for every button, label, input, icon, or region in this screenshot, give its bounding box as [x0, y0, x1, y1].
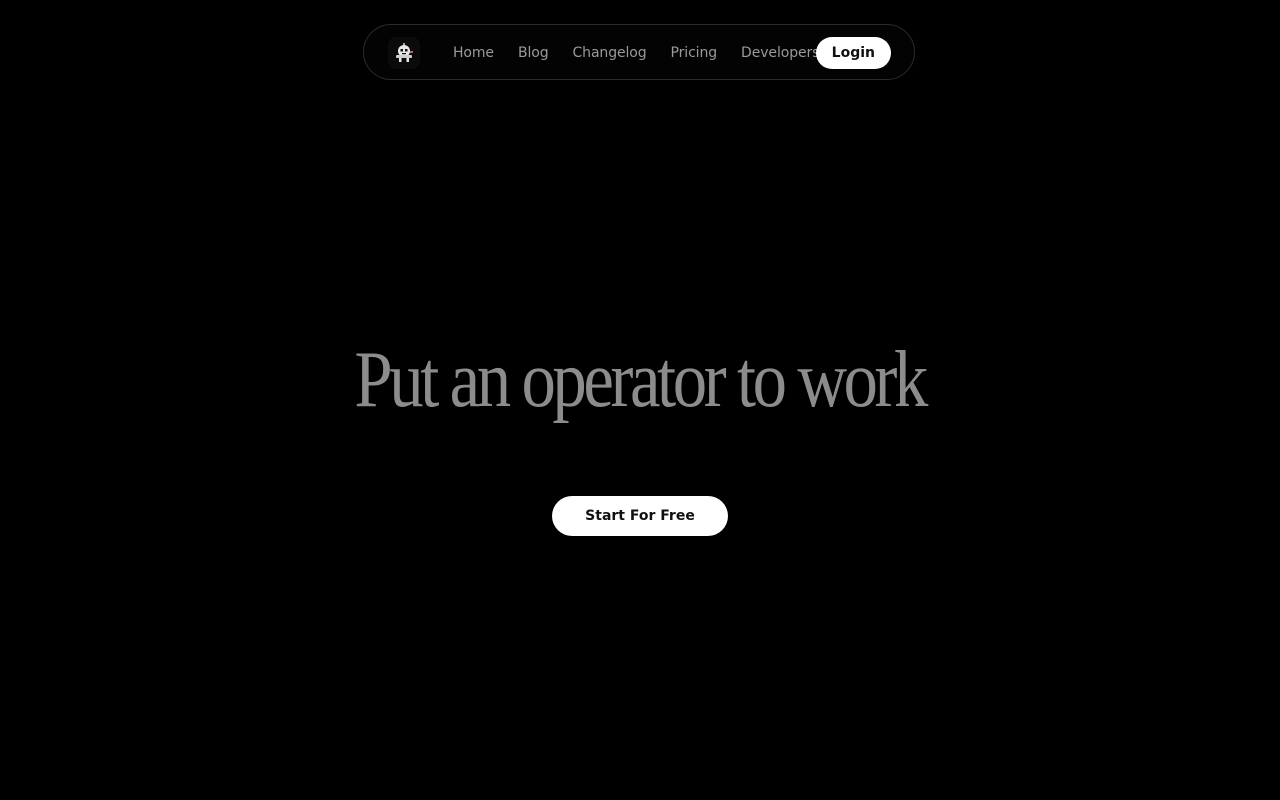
nav-link-pricing[interactable]: Pricing — [671, 45, 718, 61]
login-button[interactable]: Login — [815, 37, 891, 69]
nav-link-developers[interactable]: Developers — [741, 45, 819, 61]
nav-link-changelog[interactable]: Changelog — [573, 45, 647, 61]
logo[interactable] — [388, 37, 420, 69]
start-for-free-button[interactable]: Start For Free — [552, 496, 728, 536]
nav-links: Home Blog Changelog Pricing Developers — [453, 25, 843, 81]
nav-link-blog[interactable]: Blog — [518, 45, 549, 61]
top-nav-bar: Home Blog Changelog Pricing Developers L… — [363, 24, 915, 80]
robot-mascot-icon — [396, 43, 413, 62]
hero-title: Put an operator to work — [0, 330, 1280, 430]
nav-link-home[interactable]: Home — [453, 45, 494, 61]
hero-title-text: Put an operator to work — [354, 336, 929, 424]
